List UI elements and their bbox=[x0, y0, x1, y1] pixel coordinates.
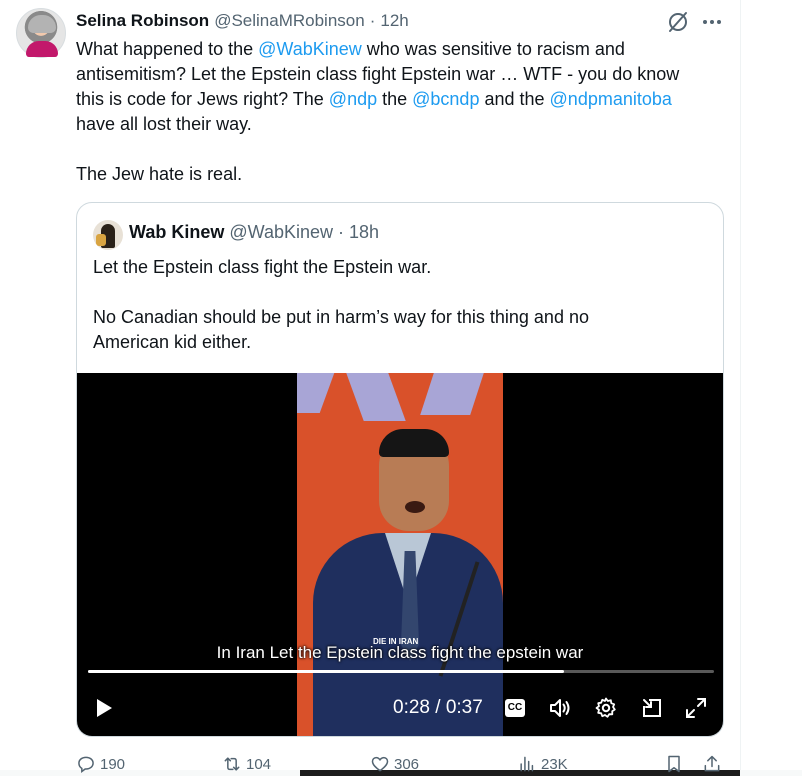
heart-icon bbox=[371, 756, 389, 772]
captions-button[interactable]: CC bbox=[505, 699, 525, 717]
more-icon[interactable] bbox=[700, 10, 724, 34]
author-avatar[interactable] bbox=[16, 8, 66, 58]
mention-ndp[interactable]: @ndp bbox=[329, 89, 377, 109]
quoted-tweet-time[interactable]: 18h bbox=[349, 222, 379, 243]
quoted-author-name[interactable]: Wab Kinew bbox=[129, 222, 224, 243]
video-player[interactable]: DIE IN IRAN In Iran Let the Epstein clas… bbox=[77, 373, 723, 736]
like-button[interactable]: 306 bbox=[370, 754, 419, 774]
author-handle[interactable]: @SelinaMRobinson bbox=[214, 11, 365, 31]
share-icon bbox=[704, 755, 720, 772]
tweet-text: What happened to the @WabKinew who was s… bbox=[76, 37, 731, 187]
repost-icon bbox=[224, 757, 240, 771]
reply-count: 190 bbox=[100, 755, 126, 773]
views-icon bbox=[520, 756, 534, 772]
mention-bcndp[interactable]: @bcndp bbox=[412, 89, 479, 109]
picture-in-picture-icon[interactable] bbox=[640, 696, 664, 720]
fullscreen-icon[interactable] bbox=[684, 696, 708, 720]
video-time: 0:28 / 0:37 bbox=[393, 697, 483, 718]
grok-icon[interactable] bbox=[666, 10, 690, 34]
like-count: 306 bbox=[394, 755, 420, 773]
play-icon[interactable] bbox=[91, 696, 115, 720]
settings-icon[interactable] bbox=[594, 696, 618, 720]
tweet-closing: The Jew hate is real. bbox=[76, 164, 243, 184]
tweet-line-2: antisemitism? Let the Epstein class figh… bbox=[76, 64, 680, 84]
repost-count: 104 bbox=[246, 755, 272, 773]
mention-ndpmanitoba[interactable]: @ndpmanitoba bbox=[550, 89, 672, 109]
views-button[interactable]: 23K bbox=[517, 754, 568, 774]
quoted-tweet-header: Wab Kinew @WabKinew · 18h bbox=[129, 222, 379, 243]
quoted-author-avatar[interactable] bbox=[93, 220, 123, 250]
tweet-header: Selina Robinson @SelinaMRobinson · 12h bbox=[76, 10, 409, 32]
quoted-separator-dot: · bbox=[337, 222, 344, 242]
quoted-text-line-2: No Canadian should be put in harm’s way … bbox=[93, 307, 589, 327]
video-progress-bar[interactable] bbox=[88, 670, 714, 673]
video-frame: DIE IN IRAN bbox=[297, 373, 503, 736]
timeline-border bbox=[740, 0, 741, 776]
volume-icon[interactable] bbox=[548, 696, 572, 720]
tweet-actions: 190 104 306 23K bbox=[76, 752, 736, 776]
tweet-line-3: this is code for Jews right? The @ndp th… bbox=[76, 89, 672, 109]
author-name[interactable]: Selina Robinson bbox=[76, 11, 209, 31]
tweet-time[interactable]: 12h bbox=[380, 11, 408, 31]
tweet-line-4: have all lost their way. bbox=[76, 114, 252, 134]
tweet-line-1: What happened to the @WabKinew who was s… bbox=[76, 39, 625, 59]
video-caption: In Iran Let the Epstein class fight the … bbox=[216, 643, 584, 662]
quoted-text-line-1: Let the Epstein class fight the Epstein … bbox=[93, 257, 432, 277]
share-button[interactable] bbox=[702, 754, 726, 774]
reply-icon bbox=[78, 756, 94, 773]
quoted-author-handle[interactable]: @WabKinew bbox=[229, 222, 333, 243]
quoted-tweet-text: Let the Epstein class fight the Epstein … bbox=[93, 255, 713, 355]
bookmark-icon bbox=[668, 755, 680, 773]
mention-wabkinew[interactable]: @WabKinew bbox=[258, 39, 362, 59]
separator-dot: · bbox=[369, 11, 376, 30]
bookmark-button[interactable] bbox=[664, 754, 688, 774]
reply-button[interactable]: 190 bbox=[76, 754, 125, 774]
views-count: 23K bbox=[541, 755, 568, 773]
video-controls: 0:28 / 0:37 CC bbox=[77, 689, 723, 729]
video-progress-fill bbox=[88, 670, 564, 673]
quoted-tweet[interactable]: Wab Kinew @WabKinew · 18h Let the Epstei… bbox=[76, 202, 724, 737]
quoted-text-line-3: American kid either. bbox=[93, 332, 252, 352]
repost-button[interactable]: 104 bbox=[222, 754, 271, 774]
